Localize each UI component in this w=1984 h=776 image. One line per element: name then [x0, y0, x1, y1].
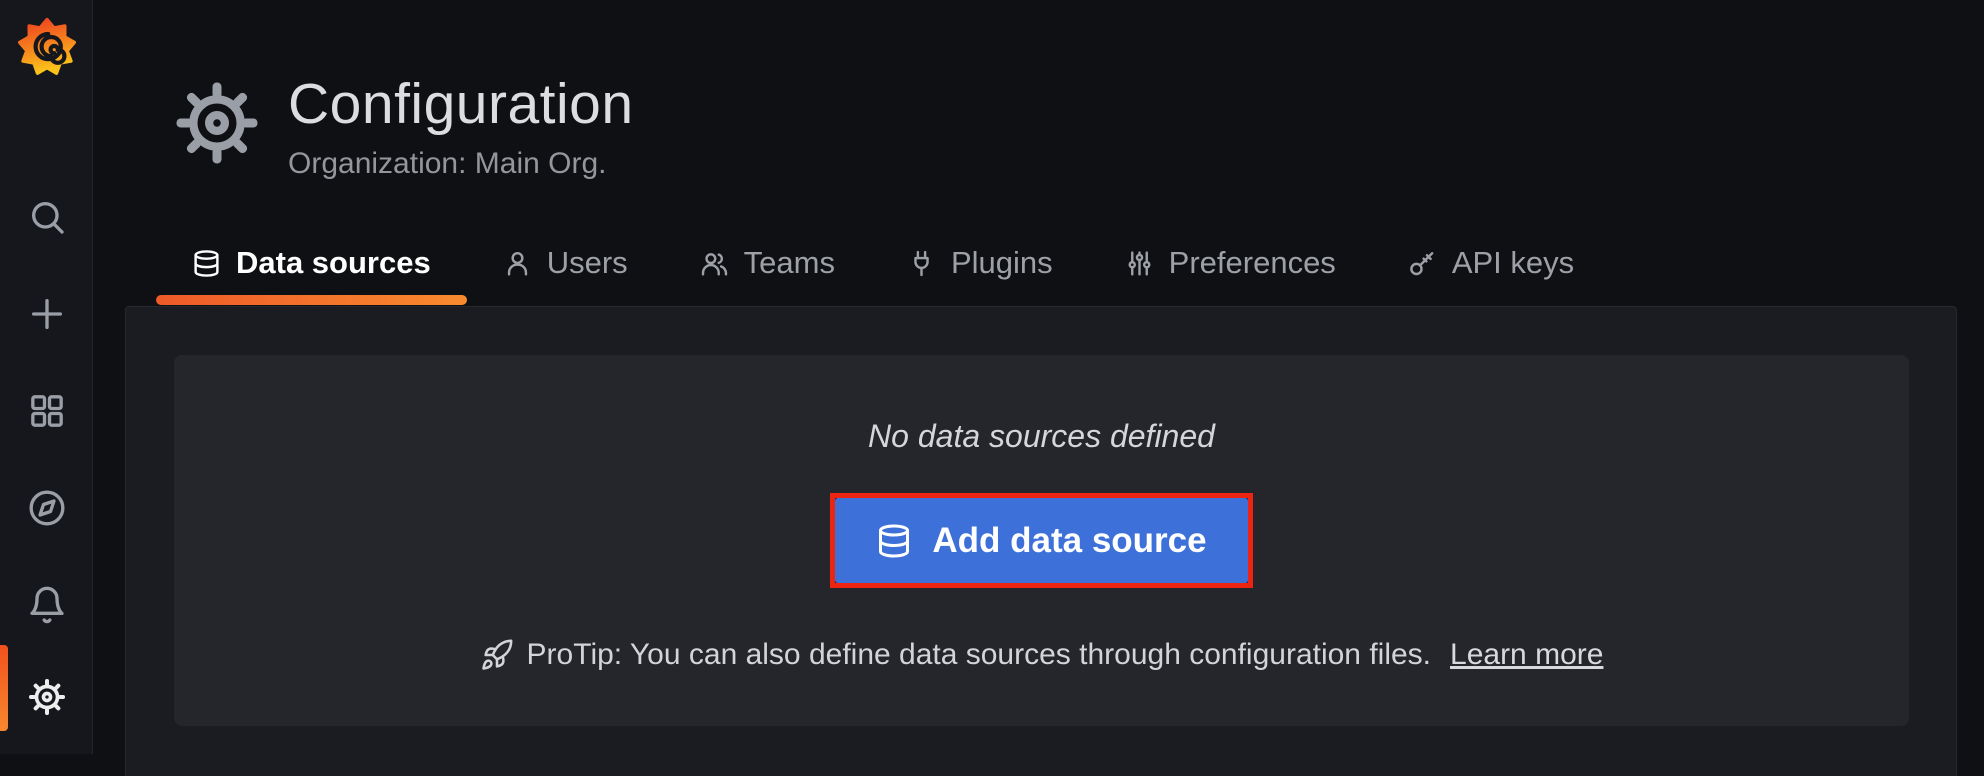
tab-label: Plugins: [951, 245, 1053, 281]
database-icon: [876, 523, 912, 559]
sliders-icon: [1125, 249, 1154, 278]
empty-state-message: No data sources defined: [868, 416, 1215, 456]
grafana-logo-icon: [17, 16, 77, 76]
key-icon: [1408, 249, 1437, 278]
add-data-source-label: Add data source: [932, 521, 1206, 561]
tab-api-keys[interactable]: API keys: [1372, 229, 1610, 305]
tab-label: Users: [547, 245, 628, 281]
tab-data-sources[interactable]: Data sources: [156, 229, 467, 305]
sidebar-item-explore[interactable]: [0, 476, 93, 540]
tab-label: Preferences: [1169, 245, 1336, 281]
page-header-gear-icon: [172, 78, 262, 168]
grafana-logo[interactable]: [0, 14, 93, 78]
protip-learn-more-link[interactable]: Learn more: [1450, 636, 1603, 674]
gear-icon: [27, 677, 67, 717]
dashboards-icon: [27, 391, 67, 431]
tab-content-panel: No data sources defined Add data source: [125, 306, 1957, 776]
plus-icon: [27, 294, 67, 334]
protip-text: ProTip: You can also define data sources…: [527, 636, 1431, 674]
sidebar-item-create[interactable]: [0, 282, 93, 346]
page-subtitle: Organization: Main Org.: [288, 146, 606, 182]
sidebar-item-alerting[interactable]: [0, 573, 93, 637]
tab-label: Data sources: [236, 245, 431, 281]
tab-bar: Data sources Users Teams P: [156, 229, 1610, 305]
database-icon: [192, 249, 221, 278]
tab-label: API keys: [1452, 245, 1574, 281]
tab-users[interactable]: Users: [467, 229, 664, 305]
sidebar-item-search[interactable]: [0, 185, 93, 249]
sidebar-item-dashboards[interactable]: [0, 379, 93, 443]
bell-icon: [27, 585, 67, 625]
tab-preferences[interactable]: Preferences: [1089, 229, 1372, 305]
plug-icon: [907, 249, 936, 278]
add-data-source-button[interactable]: Add data source: [835, 498, 1248, 583]
annotation-highlight-box: Add data source: [830, 493, 1253, 588]
compass-icon: [27, 488, 67, 528]
sidebar-active-indicator: [0, 645, 8, 731]
tab-label: Teams: [744, 245, 835, 281]
tab-teams[interactable]: Teams: [664, 229, 871, 305]
rocket-icon: [480, 638, 514, 672]
tab-plugins[interactable]: Plugins: [871, 229, 1089, 305]
user-icon: [503, 249, 532, 278]
protip: ProTip: You can also define data sources…: [480, 636, 1604, 674]
empty-state-box: No data sources defined Add data source: [174, 355, 1909, 726]
users-icon: [700, 249, 729, 278]
page-title: Configuration: [288, 70, 634, 138]
main-content: Configuration Organization: Main Org. Da…: [94, 0, 1984, 754]
sidebar-item-configuration[interactable]: [0, 665, 93, 729]
sidebar: [0, 0, 93, 754]
search-icon: [27, 197, 67, 237]
